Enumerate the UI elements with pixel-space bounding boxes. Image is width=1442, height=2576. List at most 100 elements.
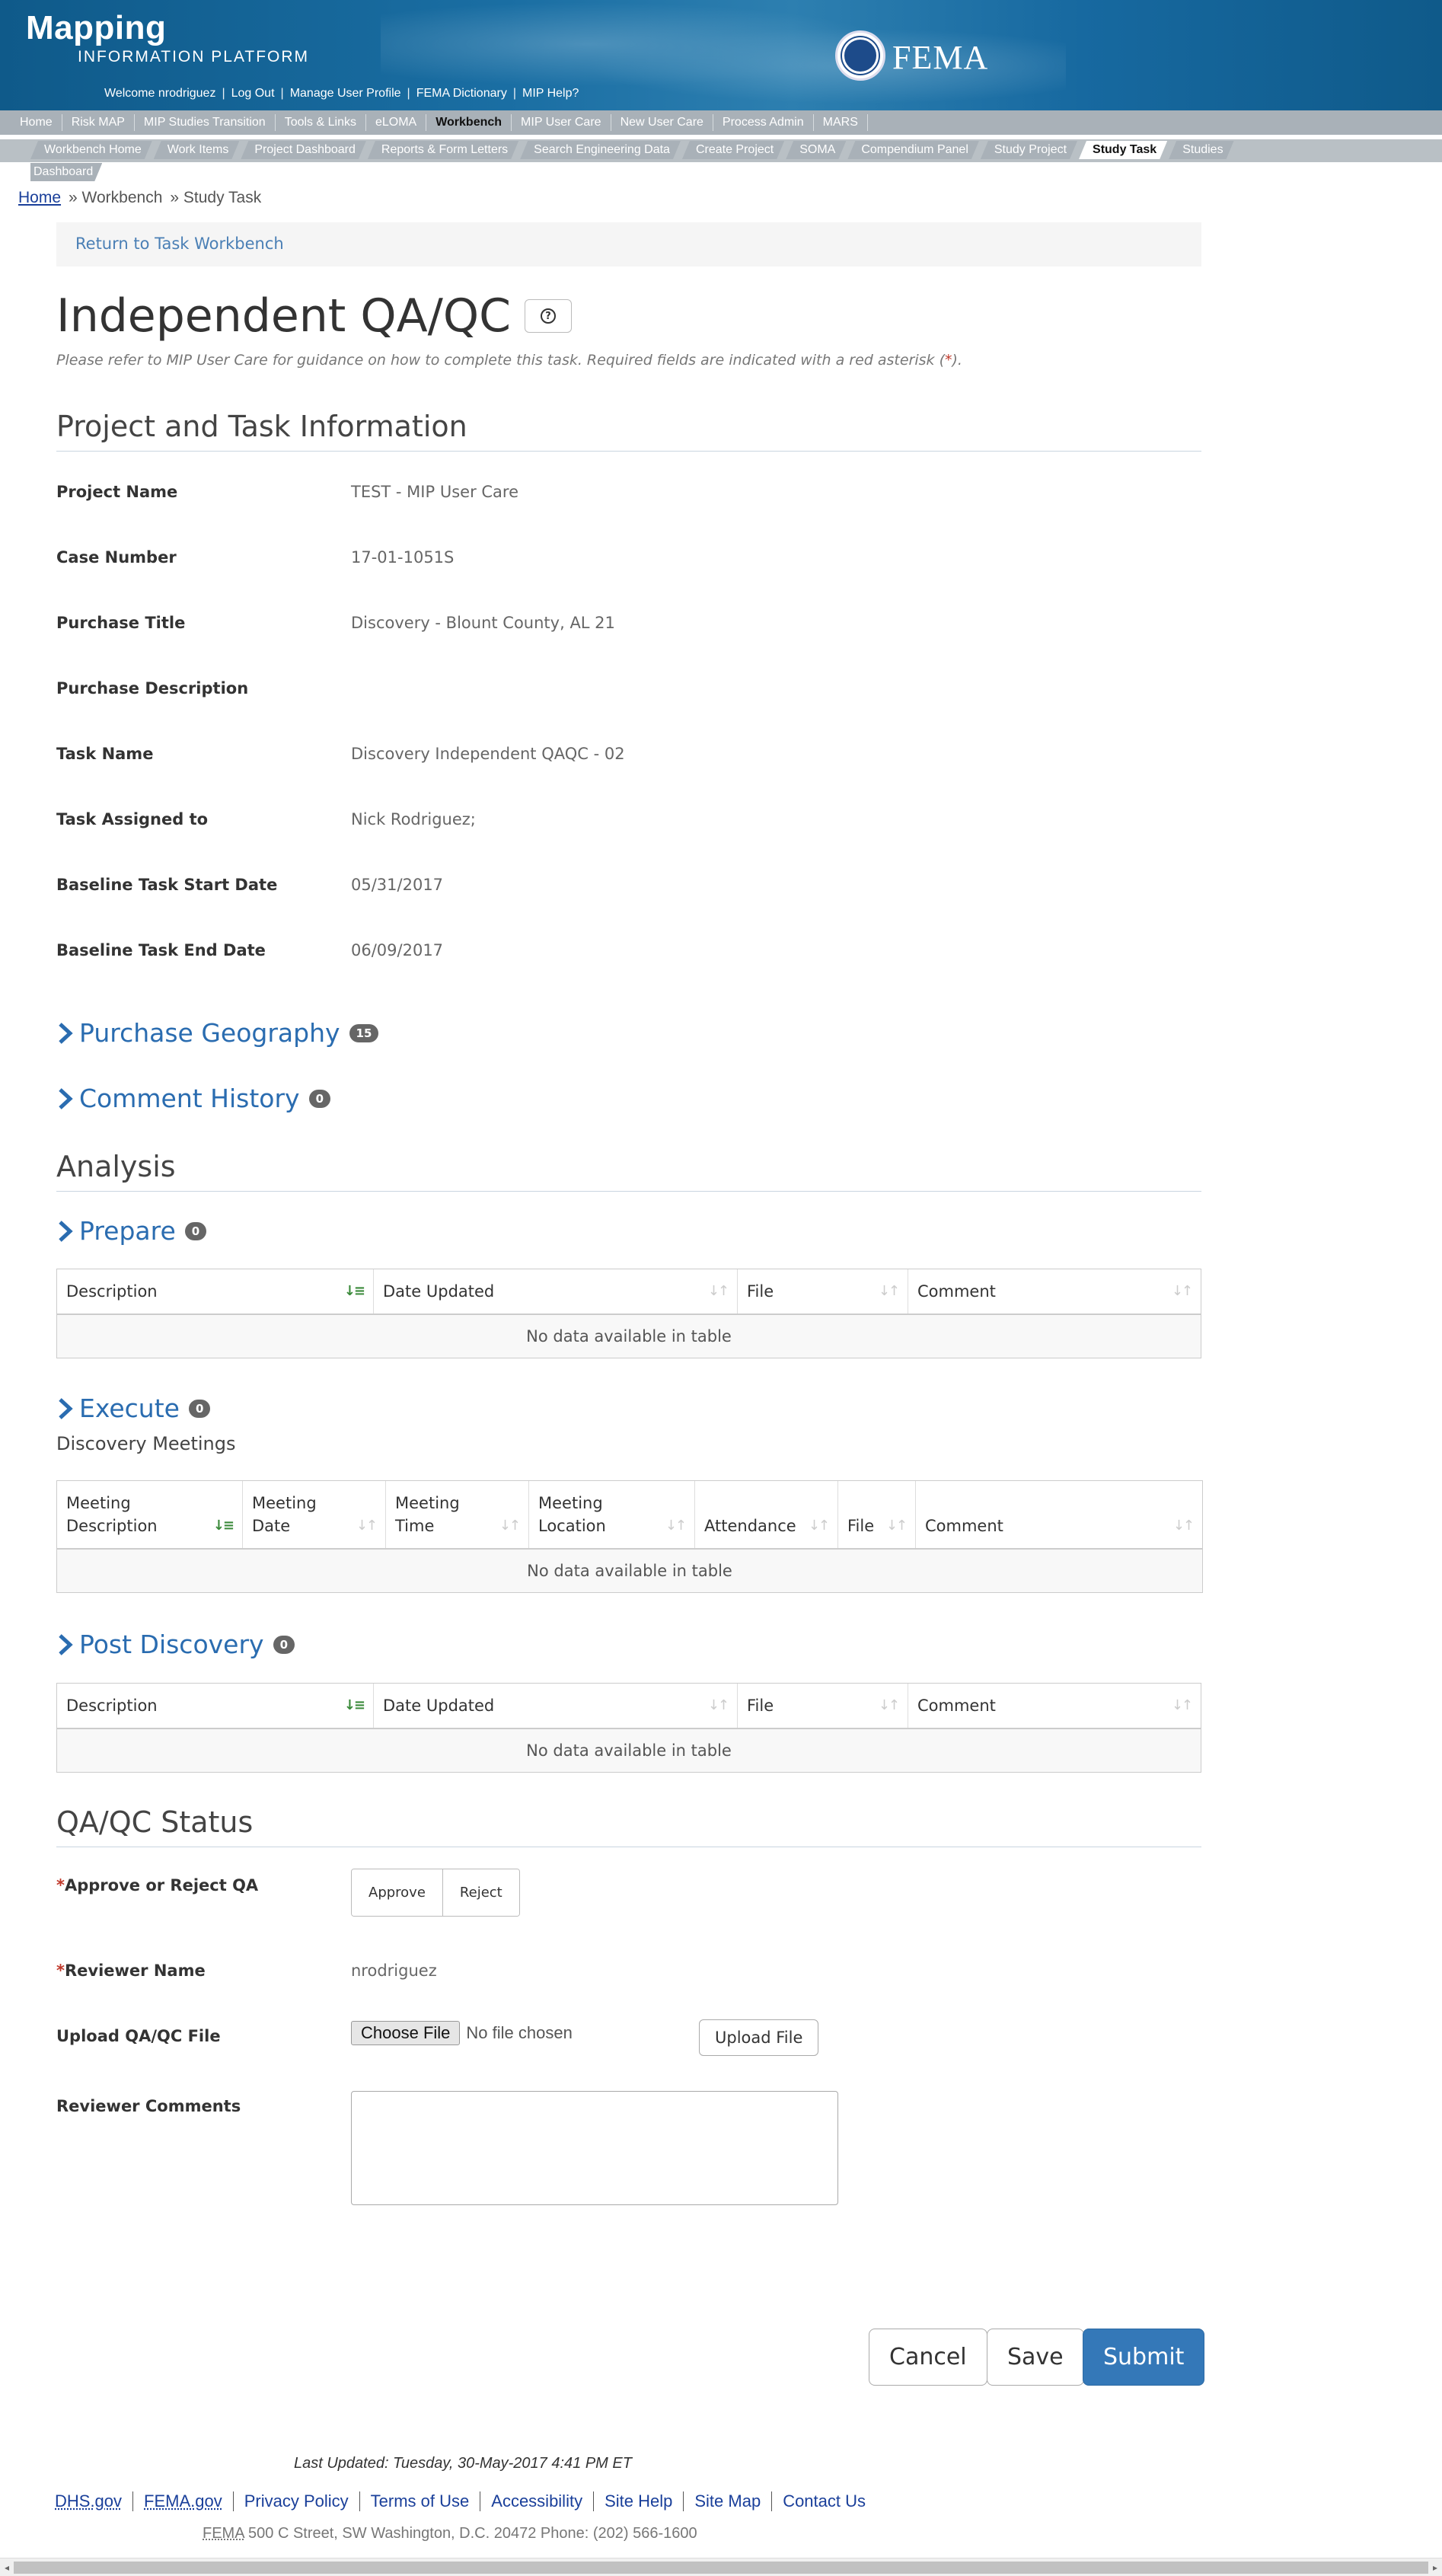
file-input: Choose File No file chosen: [351, 2021, 573, 2045]
empty-table-message: No data available in table: [57, 1315, 1201, 1358]
reject-button[interactable]: Reject: [442, 1869, 519, 1916]
topnav-home[interactable]: Home: [11, 114, 62, 131]
tab-compendium-panel[interactable]: Compendium Panel: [847, 141, 979, 159]
chevron-right-icon: [56, 1021, 75, 1045]
column-header-date-updated[interactable]: Date Updated ↓↑: [374, 1269, 738, 1314]
approve-button[interactable]: Approve: [352, 1869, 443, 1916]
mip-help-link[interactable]: MIP Help?: [522, 87, 579, 101]
column-header-comment[interactable]: Comment ↓↑: [908, 1684, 1201, 1728]
purchase-geography-count-badge: 15: [349, 1023, 379, 1042]
tab-soma[interactable]: SOMA: [786, 141, 846, 159]
tab-studies-dashboard-overflow[interactable]: Dashboard: [30, 163, 102, 181]
sort-icon: ↓↑: [499, 1518, 521, 1534]
page-title-row: Independent QA/QC ?: [56, 289, 572, 343]
value-task-name: Discovery Independent QAQC - 02: [351, 745, 625, 763]
welcome-user: Welcome nrodriguez: [104, 87, 216, 100]
column-header-description[interactable]: Description ↓≡: [57, 1269, 374, 1314]
post-discovery-label: Post Discovery: [79, 1630, 264, 1659]
logo-subtitle: INFORMATION PLATFORM: [78, 48, 310, 65]
value-task-assigned-to: Nick Rodriguez;: [351, 810, 476, 828]
sort-icon: ↓↑: [878, 1283, 900, 1299]
sort-asc-icon: ↓≡: [212, 1518, 234, 1534]
breadcrumb-home[interactable]: Home: [18, 189, 61, 207]
table-header: Meeting Description ↓≡ Meeting Date ↓↑ Mee…: [57, 1481, 1202, 1550]
tab-project-dashboard[interactable]: Project Dashboard: [241, 141, 366, 159]
comment-history-label: Comment History: [79, 1084, 300, 1113]
sort-asc-icon: ↓≡: [343, 1697, 365, 1713]
chevron-right-icon: [56, 1397, 75, 1421]
topnav-risk-map[interactable]: Risk MAP: [62, 114, 135, 131]
purchase-geography-label: Purchase Geography: [79, 1018, 340, 1048]
tab-create-project[interactable]: Create Project: [682, 141, 784, 159]
column-header-attendance[interactable]: Attendance ↓↑: [695, 1481, 838, 1548]
manage-profile-link[interactable]: Manage User Profile: [290, 87, 401, 101]
footer-link-dhs[interactable]: DHS.gov: [55, 2491, 134, 2511]
column-header-meeting-time[interactable]: Meeting Time ↓↑: [386, 1481, 529, 1548]
column-header-meeting-description[interactable]: Meeting Description ↓≡: [57, 1481, 243, 1548]
post-discovery-toggle[interactable]: Post Discovery 0: [56, 1630, 295, 1659]
column-header-file[interactable]: File ↓↑: [738, 1269, 908, 1314]
breadcrumb: Home » Workbench » Study Task: [18, 189, 261, 207]
footer-link-site-help[interactable]: Site Help: [594, 2491, 684, 2511]
fema-dictionary-link[interactable]: FEMA Dictionary: [416, 87, 507, 101]
footer-link-fema[interactable]: FEMA.gov: [133, 2491, 234, 2511]
column-header-meeting-location[interactable]: Meeting Location ↓↑: [529, 1481, 695, 1548]
footer-link-terms[interactable]: Terms of Use: [360, 2491, 481, 2511]
sort-icon: ↓↑: [885, 1518, 908, 1534]
scrollbar-thumb[interactable]: [14, 2562, 1428, 2574]
scroll-left-arrow-icon[interactable]: ◂: [2, 2562, 12, 2574]
topnav-process-admin[interactable]: Process Admin: [713, 114, 814, 131]
topnav-mars[interactable]: MARS: [814, 114, 868, 131]
tab-studies[interactable]: Studies: [1169, 141, 1233, 159]
prepare-toggle[interactable]: Prepare 0: [56, 1216, 207, 1246]
value-project-name: TEST - MIP User Care: [351, 483, 518, 501]
topnav-tools-links[interactable]: Tools & Links: [276, 114, 366, 131]
table-header: Description ↓≡ Date Updated ↓↑ File ↓↑ Comm…: [57, 1269, 1201, 1315]
footer-link-site-map[interactable]: Site Map: [684, 2491, 773, 2511]
tab-reports-form-letters[interactable]: Reports & Form Letters: [368, 141, 518, 159]
horizontal-scrollbar[interactable]: ◂ ▸: [0, 2558, 1442, 2576]
footer-link-contact[interactable]: Contact Us: [772, 2491, 876, 2511]
choose-file-button[interactable]: Choose File: [351, 2021, 461, 2045]
page-title: Independent QA/QC: [56, 289, 511, 343]
return-to-workbench-link[interactable]: Return to Task Workbench: [75, 235, 284, 253]
execute-toggle[interactable]: Execute 0: [56, 1393, 211, 1423]
discovery-meetings-heading: Discovery Meetings: [56, 1433, 236, 1454]
footer-link-accessibility[interactable]: Accessibility: [480, 2491, 595, 2511]
main-content: Return to Task Workbench Independent QA/…: [56, 222, 1205, 2386]
column-header-description[interactable]: Description ↓≡: [57, 1684, 374, 1728]
submit-button[interactable]: Submit: [1083, 2329, 1205, 2386]
topnav-mip-studies-transition[interactable]: MIP Studies Transition: [135, 114, 276, 131]
footer-link-privacy[interactable]: Privacy Policy: [234, 2491, 360, 2511]
topnav-new-user-care[interactable]: New User Care: [611, 114, 713, 131]
column-header-date-updated[interactable]: Date Updated ↓↑: [374, 1684, 738, 1728]
scroll-right-arrow-icon[interactable]: ▸: [1430, 2562, 1440, 2574]
cancel-button[interactable]: Cancel: [869, 2329, 987, 2386]
topnav-mip-user-care[interactable]: MIP User Care: [512, 114, 611, 131]
upload-file-button[interactable]: Upload File: [699, 2019, 819, 2056]
column-label: File: [747, 1282, 774, 1301]
tab-study-task[interactable]: Study Task: [1079, 141, 1167, 159]
tab-work-items[interactable]: Work Items: [154, 141, 240, 159]
column-header-file[interactable]: File ↓↑: [738, 1684, 908, 1728]
comment-history-toggle[interactable]: Comment History 0: [56, 1084, 331, 1113]
tab-workbench-home[interactable]: Workbench Home: [30, 141, 152, 159]
chevron-right-icon: [56, 1633, 75, 1657]
address-text: 500 C Street, SW Washington, D.C. 20472 …: [248, 2525, 697, 2542]
topnav-eloma[interactable]: eLOMA: [366, 114, 427, 131]
column-header-comment[interactable]: Comment ↓↑: [916, 1481, 1202, 1548]
column-header-meeting-date[interactable]: Meeting Date ↓↑: [243, 1481, 386, 1548]
label-baseline-end-date: Baseline Task End Date: [56, 941, 266, 959]
save-button[interactable]: Save: [987, 2329, 1084, 2386]
tab-search-engineering-data[interactable]: Search Engineering Data: [520, 141, 681, 159]
topnav-workbench[interactable]: Workbench: [426, 114, 512, 131]
tab-study-project[interactable]: Study Project: [981, 141, 1077, 159]
column-header-comment[interactable]: Comment ↓↑: [908, 1269, 1201, 1314]
reviewer-comments-textarea[interactable]: [351, 2091, 838, 2205]
logout-link[interactable]: Log Out: [231, 87, 275, 101]
required-asterisk: *: [56, 1962, 65, 1980]
purchase-geography-toggle[interactable]: Purchase Geography 15: [56, 1018, 379, 1048]
help-button[interactable]: ?: [524, 299, 572, 333]
column-header-file[interactable]: File ↓↑: [838, 1481, 916, 1548]
column-label: Description: [66, 1697, 158, 1715]
